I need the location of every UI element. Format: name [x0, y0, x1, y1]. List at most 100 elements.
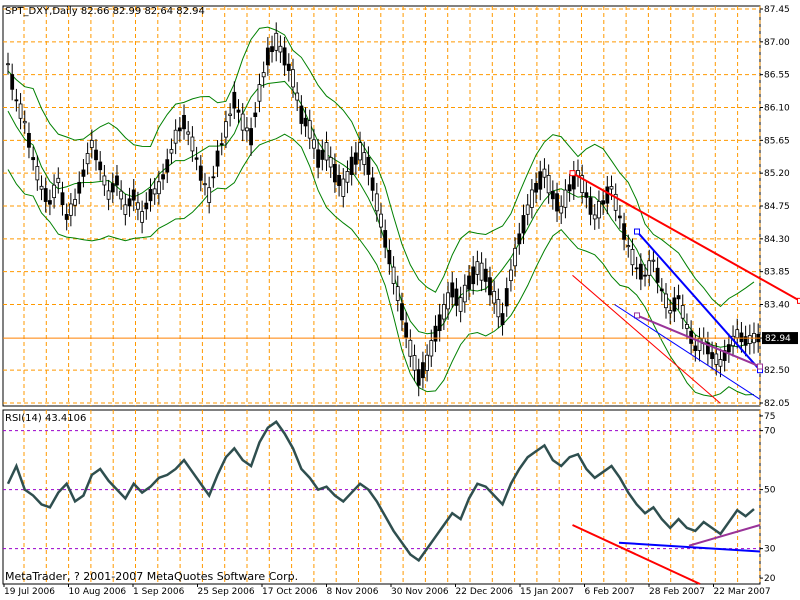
candle-body [441, 304, 446, 320]
chart-canvas[interactable]: 87.45 87.00 86.55 86.10 85.65 85.20 84.75 84.30… [0, 0, 800, 600]
candle-body [295, 92, 300, 101]
candle-body [584, 192, 589, 198]
candle-body [85, 153, 90, 165]
candle-body [106, 190, 111, 200]
candle-body [735, 329, 740, 339]
x-tick-label: 25 Sep 2006 [198, 587, 255, 597]
candle-body [626, 245, 631, 248]
candle-body [186, 131, 191, 135]
candle-body [35, 166, 40, 181]
candle-body [215, 150, 220, 167]
y-tick-label: 82.50 [764, 366, 790, 376]
candle-body [349, 156, 354, 175]
candle-body [286, 63, 291, 71]
candle-body [52, 184, 57, 199]
candle-body [98, 161, 103, 171]
trend-line-red-handle [569, 170, 576, 177]
candle-body [492, 290, 497, 304]
candle-body [672, 297, 677, 312]
candle-body [115, 175, 119, 186]
candle-body [488, 277, 492, 296]
candle-body [316, 149, 321, 168]
x-tick-label: 28 Feb 2007 [649, 587, 705, 597]
y-tick-label: 85.65 [764, 136, 790, 146]
candle-body [240, 113, 245, 131]
candle-body [517, 233, 522, 245]
candle-body [353, 152, 358, 165]
rsi-tick-label: 75 [764, 412, 775, 422]
rsi-tick-label: 20 [764, 574, 776, 584]
candle-body [27, 132, 31, 148]
candle-body [228, 113, 233, 116]
trend-line-purple-handle [757, 363, 763, 370]
candle-body [190, 136, 195, 152]
candle-body [462, 284, 467, 303]
y-tick-label: 86.55 [764, 71, 790, 81]
candle-body [550, 190, 555, 200]
candle-body [529, 189, 534, 208]
candle-body [726, 344, 731, 353]
copyright-text: MetaTrader, ? 2001-2007 MetaQuotes Softw… [5, 570, 299, 583]
x-tick-label: 8 Nov 2006 [327, 587, 379, 597]
x-tick-label: 19 Jul 2006 [4, 587, 55, 597]
candle-body [177, 127, 182, 132]
candle-body [261, 72, 266, 78]
candle-body [127, 198, 132, 207]
candle-body [500, 313, 505, 326]
candle-body [203, 183, 207, 186]
candle-body [303, 117, 308, 127]
candle-body [169, 149, 174, 154]
candle-body [664, 293, 668, 309]
candle-body [471, 266, 476, 285]
candle-body [680, 305, 685, 319]
candle-body [379, 213, 383, 228]
candle-body [10, 74, 15, 90]
ohlc-label: 82.66 82.99 82.64 82.94 [80, 6, 205, 17]
candle-body [31, 157, 36, 161]
y-tick-label: 84.75 [764, 202, 790, 212]
x-tick-label: 17 Oct 2006 [262, 587, 318, 597]
candle-body [718, 359, 723, 367]
candle-body [685, 324, 689, 329]
candle-body [563, 189, 568, 208]
rsi-tick-label: 70 [764, 427, 776, 437]
candle-body [622, 223, 626, 240]
candle-body [43, 188, 48, 202]
candle-body [592, 214, 597, 220]
candle-body [412, 355, 417, 371]
candle-body [236, 109, 241, 113]
indicator-header: RSI(14) 43.4106 [5, 413, 87, 424]
candle-body [324, 142, 329, 161]
x-tick-label: 30 Nov 2006 [391, 587, 449, 597]
candle-body [270, 46, 274, 53]
candle-body [710, 352, 714, 359]
candle-body [224, 121, 228, 138]
candle-body [559, 205, 564, 214]
candle-body [374, 193, 379, 212]
rsi-tick-label: 30 [764, 545, 776, 555]
candle-body [89, 140, 94, 148]
y-tick-label: 87.00 [764, 38, 790, 48]
candle-body [77, 181, 82, 194]
candle-body [152, 188, 157, 195]
candle-body [714, 353, 719, 365]
trend-line-purple-handle [634, 312, 640, 319]
candle-body [136, 202, 140, 210]
candle-body [68, 203, 73, 216]
candle-body [156, 181, 161, 195]
candle-body [362, 152, 367, 165]
candle-body [341, 178, 346, 197]
candle-body [509, 269, 513, 281]
candle-body [102, 175, 107, 186]
symbol-header: SPT_DXY,Daily 82.66 82.99 82.64 82.94 [5, 6, 205, 17]
candle-body [429, 340, 434, 357]
candle-body [651, 259, 656, 262]
candle-body [425, 354, 430, 371]
trend-line-blue-handle [634, 228, 640, 235]
candle-body [18, 103, 23, 119]
candle-body [747, 335, 752, 344]
candle-body [634, 267, 639, 270]
candle-body [123, 204, 128, 215]
candle-body [546, 174, 551, 194]
candle-body [630, 249, 635, 266]
